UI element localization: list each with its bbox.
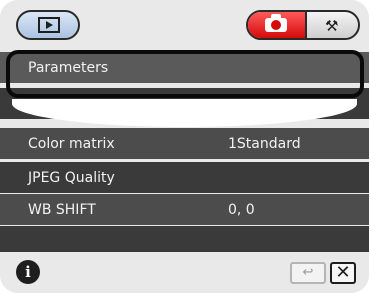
undo-button[interactable]: ↩: [290, 262, 326, 284]
list-empty-row: [0, 226, 369, 252]
list-item-value: 0, 0: [228, 202, 255, 218]
camera-mode-button[interactable]: [248, 12, 305, 38]
list-item-value: 1Standard: [228, 136, 301, 152]
list-item-label: WB SHIFT: [28, 202, 96, 218]
info-icon: i: [25, 263, 31, 281]
list-item-label: JPEG Quality: [28, 170, 115, 186]
info-button[interactable]: i: [16, 260, 40, 284]
close-button[interactable]: ✕: [330, 262, 356, 284]
mode-switch: ⚒: [246, 10, 360, 40]
selection-highlight: [6, 50, 364, 98]
close-icon: ✕: [335, 262, 351, 283]
wrench-icon: ⚒: [325, 17, 339, 35]
undo-icon: ↩: [302, 265, 314, 280]
list-item-wb-shift[interactable]: WB SHIFT 0, 0: [0, 194, 369, 225]
play-icon: [38, 17, 60, 33]
bottom-toolbar: i ↩ ✕: [0, 252, 369, 293]
tools-mode-button[interactable]: ⚒: [305, 12, 358, 38]
list-item-color-matrix[interactable]: Color matrix 1Standard: [0, 128, 369, 159]
camera-icon: [265, 14, 287, 32]
playback-mode-button[interactable]: [16, 10, 80, 40]
top-toolbar: ⚒: [0, 0, 369, 48]
list-item-jpeg-quality[interactable]: JPEG Quality: [0, 162, 369, 193]
settings-panel: ⚒ Parameters Color matrix 1Standard JPEG…: [0, 0, 369, 293]
list-item-label: Color matrix: [28, 136, 115, 152]
